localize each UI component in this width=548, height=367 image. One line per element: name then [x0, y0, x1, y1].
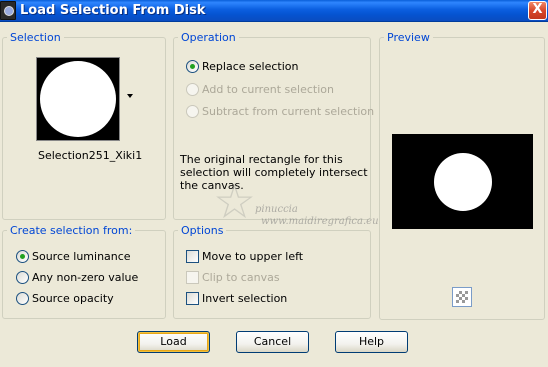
radio-label: Source opacity — [32, 292, 114, 305]
checkbox-indicator[interactable] — [186, 271, 199, 284]
preview-circle-shape — [434, 153, 492, 211]
radio-indicator[interactable] — [16, 271, 29, 284]
transparency-checker-icon[interactable] — [452, 287, 472, 307]
operation-info-text: The original rectangle for this selectio… — [180, 153, 368, 192]
selection-thumbnail[interactable] — [36, 57, 120, 141]
radio-indicator[interactable] — [186, 105, 199, 118]
window-title: Load Selection From Disk — [20, 3, 206, 18]
load-button[interactable]: Load — [137, 331, 210, 353]
create-from-group-label: Create selection from: — [7, 224, 136, 237]
checkbox-indicator[interactable] — [186, 250, 199, 263]
operation-group-label: Operation — [178, 31, 239, 44]
selection-circle-shape — [40, 61, 116, 137]
options-group-label: Options — [178, 224, 227, 237]
cancel-button[interactable]: Cancel — [236, 331, 309, 353]
checkbox-label: Invert selection — [202, 292, 288, 305]
radio-label: Subtract from current selection — [202, 105, 375, 118]
radio-indicator[interactable] — [186, 83, 199, 96]
title-bar[interactable]: Load Selection From Disk X — [0, 0, 548, 22]
checkbox-label: Move to upper left — [202, 250, 304, 263]
preview-group-label: Preview — [384, 31, 433, 44]
close-icon: X — [532, 2, 543, 17]
help-button[interactable]: Help — [335, 331, 408, 353]
radio-indicator[interactable] — [16, 292, 29, 305]
radio-label: Add to current selection — [202, 83, 334, 96]
close-button[interactable]: X — [528, 1, 547, 20]
dropdown-arrow-icon[interactable] — [127, 94, 133, 98]
selection-file-name: Selection251_Xiki1 — [38, 149, 143, 162]
radio-label: Replace selection — [202, 60, 299, 73]
radio-label: Source luminance — [32, 250, 131, 263]
radio-label: Any non-zero value — [32, 271, 139, 284]
radio-indicator[interactable] — [186, 60, 199, 73]
checkbox-indicator[interactable] — [186, 292, 199, 305]
selection-group-label: Selection — [7, 31, 64, 44]
app-icon — [0, 1, 16, 20]
preview-canvas — [392, 134, 533, 229]
radio-indicator[interactable] — [16, 250, 29, 263]
checkbox-label: Clip to canvas — [202, 271, 280, 284]
